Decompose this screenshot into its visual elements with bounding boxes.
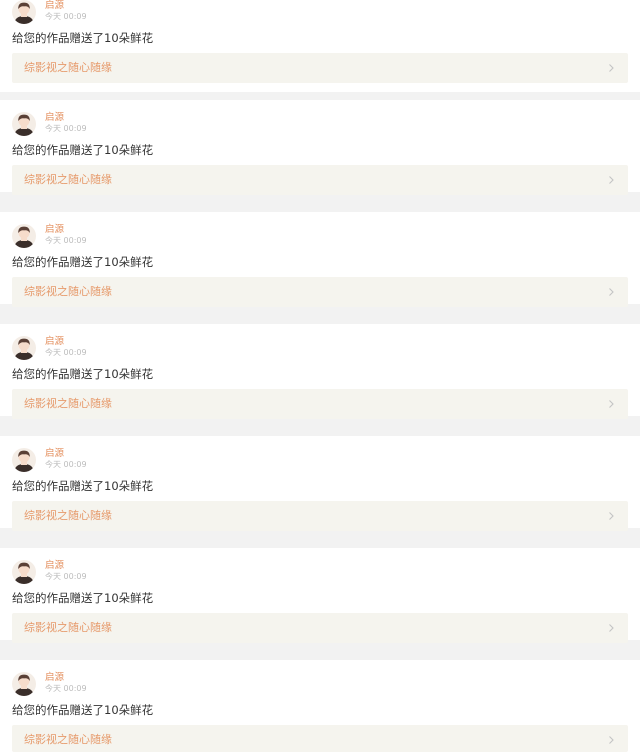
user-avatar-icon[interactable]	[12, 112, 36, 136]
work-link[interactable]: 综影视之随心随缘	[12, 165, 628, 195]
notification-card: 启源 今天 00:09 给您的作品赠送了10朵鲜花 综影视之随心随缘	[0, 324, 640, 419]
username[interactable]: 启源	[45, 672, 64, 683]
username[interactable]: 启源	[45, 336, 64, 347]
username[interactable]: 启源	[45, 0, 64, 11]
work-title: 综影视之随心随缘	[24, 61, 112, 74]
notification-card: 启源 今天 00:09 给您的作品赠送了10朵鲜花 综影视之随心随缘	[0, 548, 640, 643]
work-title: 综影视之随心随缘	[24, 733, 112, 746]
notification-feed: 启源 今天 00:09 给您的作品赠送了10朵鲜花 综影视之随心随缘 启源 今天…	[0, 0, 640, 752]
user-avatar-icon[interactable]	[12, 448, 36, 472]
timestamp: 今天 00:09	[45, 684, 87, 693]
work-title: 综影视之随心随缘	[24, 509, 112, 522]
timestamp: 今天 00:09	[45, 348, 87, 357]
timestamp: 今天 00:09	[45, 460, 87, 469]
username[interactable]: 启源	[45, 560, 64, 571]
notification-card: 启源 今天 00:09 给您的作品赠送了10朵鲜花 综影视之随心随缘	[0, 660, 640, 752]
chevron-right-icon	[609, 400, 614, 408]
user-avatar-icon[interactable]	[12, 224, 36, 248]
timestamp: 今天 00:09	[45, 572, 87, 581]
username[interactable]: 启源	[45, 224, 64, 235]
work-title: 综影视之随心随缘	[24, 285, 112, 298]
notification-card: 启源 今天 00:09 给您的作品赠送了10朵鲜花 综影视之随心随缘	[0, 100, 640, 195]
chevron-right-icon	[609, 288, 614, 296]
chevron-right-icon	[609, 736, 614, 744]
gift-message: 给您的作品赠送了10朵鲜花	[12, 591, 154, 605]
chevron-right-icon	[609, 624, 614, 632]
timestamp: 今天 00:09	[45, 236, 87, 245]
gift-message: 给您的作品赠送了10朵鲜花	[12, 703, 154, 717]
notification-card: 启源 今天 00:09 给您的作品赠送了10朵鲜花 综影视之随心随缘	[0, 436, 640, 531]
work-title: 综影视之随心随缘	[24, 397, 112, 410]
user-avatar-icon[interactable]	[12, 0, 36, 24]
work-title: 综影视之随心随缘	[24, 173, 112, 186]
work-title: 综影视之随心随缘	[24, 621, 112, 634]
notification-card: 启源 今天 00:09 给您的作品赠送了10朵鲜花 综影视之随心随缘	[0, 0, 640, 92]
gift-message: 给您的作品赠送了10朵鲜花	[12, 255, 154, 269]
chevron-right-icon	[609, 176, 614, 184]
chevron-right-icon	[609, 64, 614, 72]
gift-message: 给您的作品赠送了10朵鲜花	[12, 143, 154, 157]
work-link[interactable]: 综影视之随心随缘	[12, 277, 628, 307]
work-link[interactable]: 综影视之随心随缘	[12, 501, 628, 531]
notification-card: 启源 今天 00:09 给您的作品赠送了10朵鲜花 综影视之随心随缘	[0, 212, 640, 307]
user-avatar-icon[interactable]	[12, 336, 36, 360]
work-link[interactable]: 综影视之随心随缘	[12, 613, 628, 643]
user-avatar-icon[interactable]	[12, 560, 36, 584]
work-link[interactable]: 综影视之随心随缘	[12, 389, 628, 419]
timestamp: 今天 00:09	[45, 124, 87, 133]
work-link[interactable]: 综影视之随心随缘	[12, 725, 628, 752]
username[interactable]: 启源	[45, 112, 64, 123]
work-link[interactable]: 综影视之随心随缘	[12, 53, 628, 83]
chevron-right-icon	[609, 512, 614, 520]
gift-message: 给您的作品赠送了10朵鲜花	[12, 479, 154, 493]
timestamp: 今天 00:09	[45, 12, 87, 21]
gift-message: 给您的作品赠送了10朵鲜花	[12, 367, 154, 381]
user-avatar-icon[interactable]	[12, 672, 36, 696]
username[interactable]: 启源	[45, 448, 64, 459]
gift-message: 给您的作品赠送了10朵鲜花	[12, 31, 154, 45]
